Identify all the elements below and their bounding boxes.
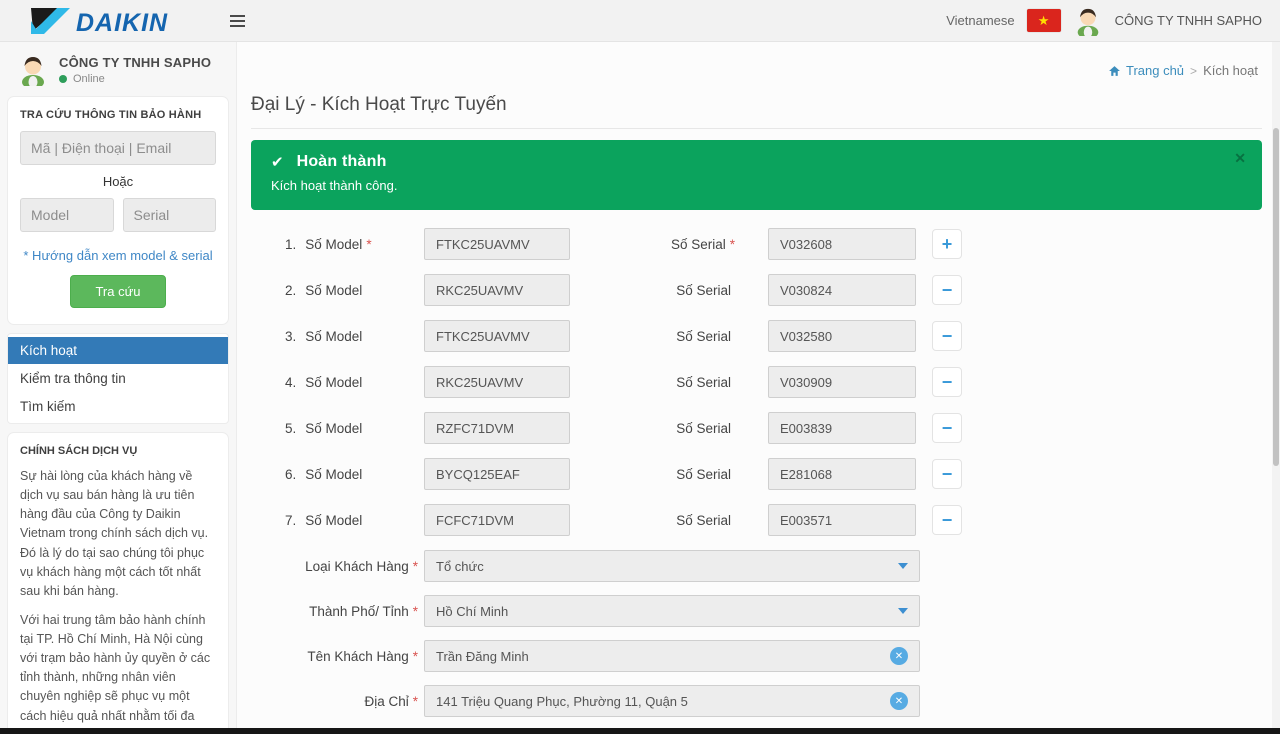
title-divider [251,128,1262,129]
sidebar-item-search[interactable]: Tìm kiếm [8,393,228,420]
breadcrumb-home-link[interactable]: Trang chủ [1108,63,1184,78]
serial-input[interactable]: V030909 [768,366,916,398]
clear-icon[interactable]: ✕ [890,647,908,665]
sidebar-user-name: CÔNG TY TNHH SAPHO [59,55,211,70]
device-row: 7.Số Model FCFC71DVM Số Serial E003571 − [251,504,1262,536]
main-content: Trang chủ > Kích hoạt Đại Lý - Kích Hoạt… [237,42,1280,734]
model-input[interactable]: RKC25UAVMV [424,366,570,398]
serial-input[interactable]: V032580 [768,320,916,352]
device-row: 5.Số Model RZFC71DVM Số Serial E003839 − [251,412,1262,444]
device-row: 2.Số Model RKC25UAVMV Số Serial V030824 … [251,274,1262,306]
model-input[interactable]: FTKC25UAVMV [424,320,570,352]
header-account[interactable]: CÔNG TY TNHH SAPHO [1115,13,1262,28]
breadcrumb-current: Kích hoạt [1203,63,1258,78]
lookup-model-input[interactable] [20,198,114,232]
alert-title: Hoàn thành [297,153,387,171]
model-input[interactable]: FCFC71DVM [424,504,570,536]
add-row-button[interactable]: + [932,229,962,259]
page-title: Đại Lý - Kích Hoạt Trực Tuyến [251,94,1262,116]
svg-text:DAIKIN: DAIKIN [76,9,168,36]
service-policy-panel: CHÍNH SÁCH DỊCH VỤ Sự hài lòng của khách… [7,432,229,734]
policy-paragraph: Sự hài lòng của khách hàng về dịch vụ sa… [20,467,216,601]
remove-row-button[interactable]: − [932,413,962,443]
lookup-title: TRA CỨU THÔNG TIN BẢO HÀNH [20,109,216,121]
city-select[interactable]: Hồ Chí Minh [424,595,920,627]
customer-name-input[interactable]: Trần Đăng Minh ✕ [424,640,920,672]
remove-row-button[interactable]: − [932,505,962,535]
bottom-edge-strip [0,728,1280,734]
sidebar-item-check-info[interactable]: Kiểm tra thông tin [8,365,228,392]
remove-row-button[interactable]: − [932,321,962,351]
field-row: Loại Khách Hàng* Tổ chức [251,550,1262,582]
model-input[interactable]: RZFC71DVM [424,412,570,444]
breadcrumb-separator: > [1190,64,1197,78]
device-row: 1.Số Model* FTKC25UAVMV Số Serial* V0326… [251,228,1262,260]
model-input[interactable]: RKC25UAVMV [424,274,570,306]
customer-type-select[interactable]: Tổ chức [424,550,920,582]
sidebar-user-panel: CÔNG TY TNHH SAPHO Online [7,48,229,96]
lookup-serial-input[interactable] [123,198,217,232]
device-row: 3.Số Model FTKC25UAVMV Số Serial V032580… [251,320,1262,352]
sidebar: CÔNG TY TNHH SAPHO Online TRA CỨU THÔNG … [0,42,237,734]
warranty-activation-page: { "header": { "brand_alt": "DAIKIN", "la… [0,0,1280,734]
serial-input[interactable]: E281068 [768,458,916,490]
alert-message: Kích hoạt thành công. [271,178,1222,193]
main-scrollbar[interactable] [1272,42,1280,734]
device-row: 6.Số Model BYCQ125EAF Số Serial E281068 … [251,458,1262,490]
header-avatar[interactable] [1073,6,1103,36]
check-icon: ✔ [271,153,284,171]
remove-row-button[interactable]: − [932,459,962,489]
home-icon [1108,65,1121,77]
field-row: Tên Khách Hàng* Trần Đăng Minh ✕ [251,640,1262,672]
serial-input[interactable]: E003839 [768,412,916,444]
device-row: 4.Số Model RKC25UAVMV Số Serial V030909 … [251,366,1262,398]
field-row: Địa Chỉ* 141 Triệu Quang Phục, Phường 11… [251,685,1262,717]
field-row: Thành Phố/ Tỉnh* Hồ Chí Minh [251,595,1262,627]
breadcrumb: Trang chủ > Kích hoạt [1108,63,1258,78]
language-label[interactable]: Vietnamese [946,13,1014,28]
model-serial-guide-link[interactable]: * Hướng dẫn xem model & serial [20,248,216,263]
serial-input[interactable]: V032608 [768,228,916,260]
serial-input[interactable]: E003571 [768,504,916,536]
scrollbar-thumb[interactable] [1273,128,1279,466]
app-header: DAIKIN Vietnamese ★ CÔNG TY TNHH SAPHO [0,0,1280,42]
lookup-code-input[interactable] [20,131,216,165]
sidebar-item-activate[interactable]: Kích hoạt [8,337,228,364]
chevron-down-icon [898,563,908,569]
success-alert: ✔ Hoàn thành Kích hoạt thành công. ✕ [251,140,1262,210]
header-account-name: CÔNG TY TNHH SAPHO [1115,13,1262,28]
warranty-lookup-panel: TRA CỨU THÔNG TIN BẢO HÀNH Hoặc * Hướng … [7,96,229,325]
user-avatar-icon [1073,6,1103,36]
vietnam-flag-icon[interactable]: ★ [1027,9,1061,32]
lookup-search-button[interactable]: Tra cứu [70,275,165,308]
sidebar-menu: Kích hoạt Kiểm tra thông tin Tìm kiếm [7,333,229,424]
hamburger-menu-icon[interactable] [226,11,249,31]
online-status-label: Online [73,73,105,85]
serial-input[interactable]: V030824 [768,274,916,306]
alert-close-icon[interactable]: ✕ [1234,150,1246,167]
policy-paragraph: Với hai trung tâm bảo hành chính tại TP.… [20,611,216,734]
online-status-dot [59,75,67,83]
chevron-down-icon [898,608,908,614]
remove-row-button[interactable]: − [932,367,962,397]
policy-title: CHÍNH SÁCH DỊCH VỤ [20,445,216,457]
clear-icon[interactable]: ✕ [890,692,908,710]
daikin-logo-icon: DAIKIN [28,6,188,36]
daikin-logo[interactable]: DAIKIN [28,6,188,36]
activation-form: 1.Số Model* FTKC25UAVMV Số Serial* V0326… [251,228,1262,734]
model-input[interactable]: FTKC25UAVMV [424,228,570,260]
remove-row-button[interactable]: − [932,275,962,305]
sidebar-avatar-icon [17,54,49,86]
address-input[interactable]: 141 Triệu Quang Phục, Phường 11, Quận 5 … [424,685,920,717]
model-input[interactable]: BYCQ125EAF [424,458,570,490]
or-label: Hoặc [20,174,216,189]
